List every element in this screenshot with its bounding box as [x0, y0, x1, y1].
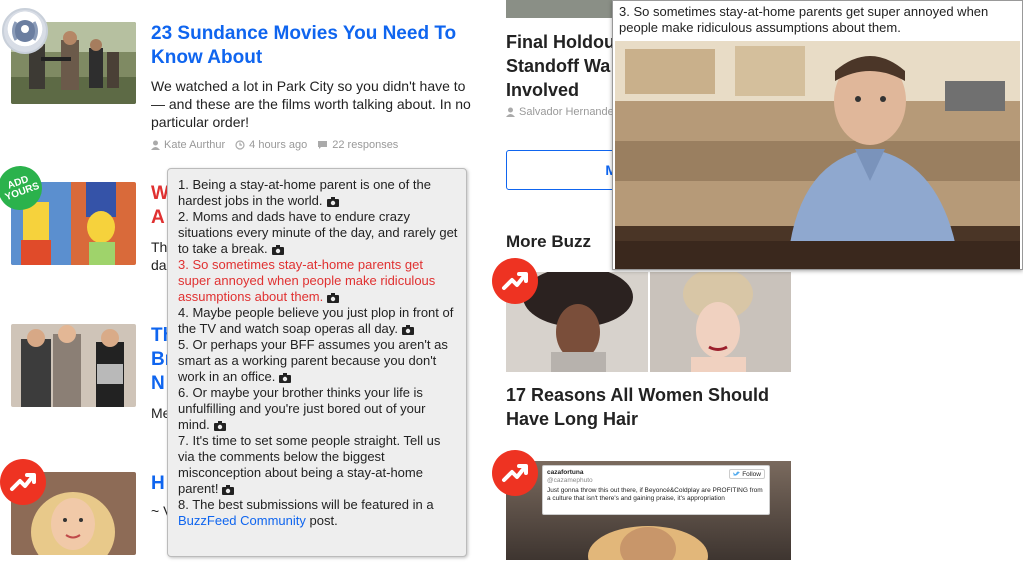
comment-icon: [318, 141, 328, 149]
camera-icon[interactable]: [279, 372, 292, 383]
follow-button[interactable]: Follow: [729, 469, 765, 479]
tweet-thumbnail[interactable]: cazafortuna @cazamephuto Follow Just gon…: [506, 461, 791, 560]
user-icon: [151, 140, 160, 150]
trending-badge: [492, 450, 538, 496]
right-meta: Salvador Hernande: [506, 106, 614, 118]
trending-arrow-icon: [502, 272, 528, 290]
list-item[interactable]: 5. Or perhaps your BFF assumes you aren'…: [178, 337, 458, 385]
camera-icon[interactable]: [271, 244, 284, 255]
headline-line[interactable]: Final Holdou: [506, 30, 615, 54]
feed-item-meta: Kate Aurthur 4 hours ago 22 responses: [151, 139, 398, 151]
list-item[interactable]: 4. Maybe people believe you just plop in…: [178, 305, 458, 337]
more-button[interactable]: M: [506, 150, 626, 190]
feed-item-title[interactable]: 23 Sundance Movies You Need To Know Abou…: [151, 22, 471, 70]
user-icon: [506, 107, 515, 117]
twitter-bird-icon: [733, 471, 741, 476]
list-item: 8. The best submissions will be featured…: [178, 497, 434, 528]
clock-icon: [235, 140, 245, 150]
author[interactable]: Kate Aurthur: [151, 139, 225, 151]
list-item[interactable]: 1. Being a stay-at-home parent is one of…: [178, 177, 458, 209]
tweet-card: cazafortuna @cazamephuto Follow Just gon…: [542, 465, 770, 515]
long-hair-thumbnail[interactable]: [506, 272, 791, 372]
story-title[interactable]: 17 Reasons All Women Should Have Long Ha…: [506, 383, 796, 431]
headline-line[interactable]: Standoff Wa: [506, 54, 610, 78]
trending-badge: [0, 459, 46, 505]
couple-thumbnail[interactable]: [11, 324, 136, 407]
feed-item-title-partial[interactable]: H: [151, 472, 165, 496]
award-wreath-icon: [2, 8, 48, 54]
camera-icon[interactable]: [222, 484, 235, 495]
top-thumbnail-edge: [506, 0, 612, 18]
trending-badge: [492, 258, 538, 304]
image-preview-popup: 3. So sometimes stay-at-home parents get…: [612, 0, 1023, 270]
list-item[interactable]: 6. Or maybe your brother thinks your lif…: [178, 385, 458, 433]
feed-item-description: We watched a lot in Park City so you did…: [151, 78, 471, 130]
timestamp: 4 hours ago: [235, 139, 307, 151]
camera-icon[interactable]: [401, 324, 414, 335]
responses-count[interactable]: 22 responses: [317, 139, 398, 151]
camera-icon[interactable]: [327, 292, 340, 303]
feed-item-description-partial: Th da: [151, 239, 168, 273]
headline-line[interactable]: Involved: [506, 78, 579, 102]
more-buzz-heading: More Buzz: [506, 232, 591, 251]
list-item-active[interactable]: 3. So sometimes stay-at-home parents get…: [178, 257, 458, 305]
camera-icon[interactable]: [326, 196, 339, 207]
preview-caption: 3. So sometimes stay-at-home parents get…: [619, 4, 989, 35]
buzzfeed-community-link[interactable]: BuzzFeed Community: [178, 513, 306, 528]
list-item[interactable]: 7. It's time to set some people straight…: [178, 433, 458, 497]
author[interactable]: Salvador Hernande: [506, 106, 614, 118]
camera-icon[interactable]: [213, 420, 226, 431]
article-summary-popup: 1. Being a stay-at-home parent is one of…: [167, 168, 467, 557]
trending-arrow-icon: [10, 473, 36, 491]
list-item[interactable]: 2. Moms and dads have to endure crazy si…: [178, 209, 458, 257]
preview-image: [615, 41, 1020, 269]
trending-arrow-icon: [502, 464, 528, 482]
